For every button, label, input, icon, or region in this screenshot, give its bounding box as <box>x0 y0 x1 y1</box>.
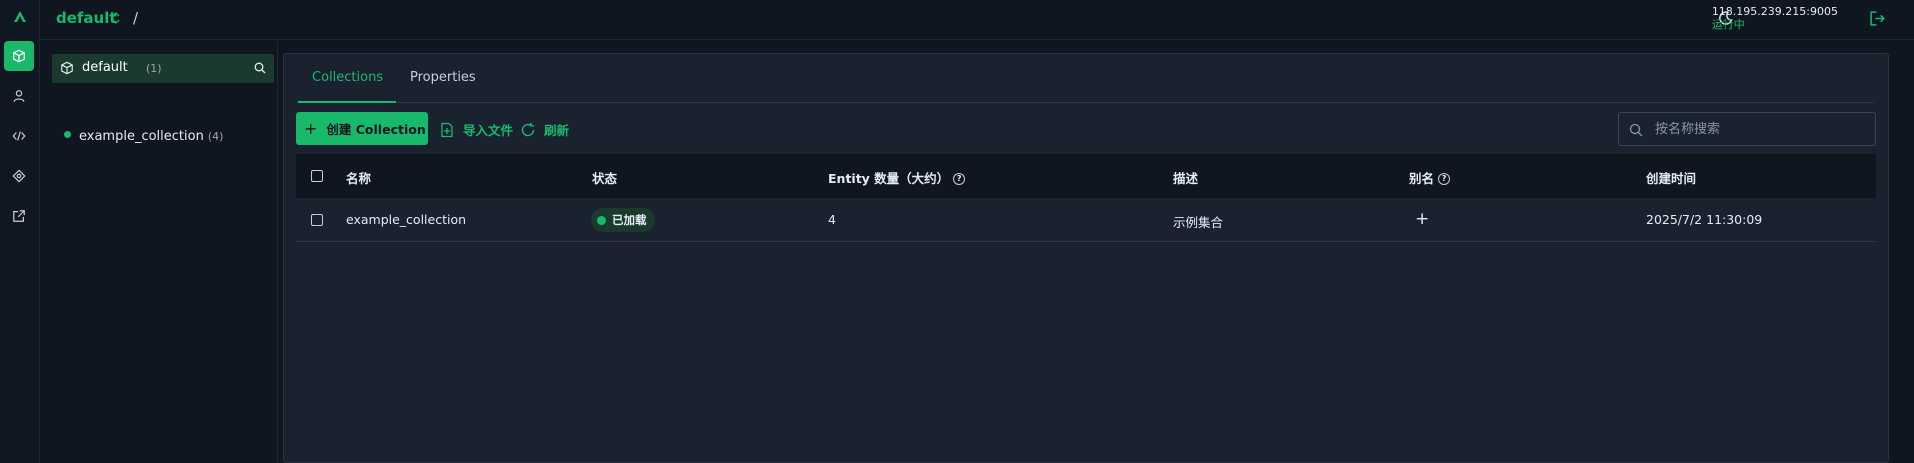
code-icon <box>12 131 26 141</box>
help-icon[interactable]: ? <box>953 173 966 185</box>
add-alias-button[interactable]: + <box>1415 209 1429 229</box>
import-file-button[interactable]: 导入文件 <box>439 120 513 139</box>
active-tab-indicator <box>298 101 396 103</box>
import-file-label: 导入文件 <box>463 123 514 138</box>
table-header: 名称 状态 Entity 数量（大约）? 描述 别名? 创建时间 <box>296 154 1876 198</box>
server-running-status: 运行中 <box>1711 18 1745 31</box>
create-collection-button[interactable]: + 创建 Collection <box>296 112 428 145</box>
tree-collection-item[interactable]: example_collection (4) <box>64 129 223 144</box>
nav-databases[interactable] <box>4 41 34 71</box>
row-checkbox[interactable] <box>311 214 323 226</box>
loaded-dot-icon <box>597 215 606 225</box>
tab-collections[interactable]: Collections <box>312 70 383 85</box>
search-icon[interactable] <box>254 62 266 74</box>
breadcrumb-separator: / <box>133 9 139 27</box>
refresh-button[interactable]: 刷新 <box>520 120 569 139</box>
header-created[interactable]: 创建时间 <box>1646 168 1696 187</box>
file-import-icon <box>441 122 453 137</box>
server-status: 118.195.239.215:9005 运行中 <box>1712 5 1838 31</box>
status-badge-label: 已加载 <box>612 213 647 227</box>
row-description: 示例集合 <box>1173 215 1224 230</box>
row-entity-count: 4 <box>828 212 836 227</box>
top-bar: default / 118.195.239.215:9005 运行中 <box>40 0 1914 40</box>
network-icon <box>12 169 26 183</box>
external-link-icon <box>13 210 25 222</box>
toolbar: + 创建 Collection 导入文件 刷新 <box>296 112 1876 146</box>
header-entity-count[interactable]: Entity 数量（大约）? <box>828 168 966 187</box>
tree-database-name: default <box>82 60 128 75</box>
server-host: 118.195.239.215:9005 <box>1711 5 1838 18</box>
create-collection-label: 创建 Collection <box>326 122 426 137</box>
refresh-icon <box>521 122 535 136</box>
tree-collection-name: example_collection <box>79 129 204 144</box>
header-description: 描述 <box>1173 171 1199 186</box>
refresh-label: 刷新 <box>544 123 570 138</box>
nav-external[interactable] <box>4 201 34 231</box>
tree-collection-count: (4) <box>207 130 224 143</box>
nav-network[interactable] <box>4 161 34 191</box>
header-status[interactable]: 状态 <box>592 168 617 187</box>
tab-properties[interactable]: Properties <box>410 70 476 85</box>
search-input[interactable] <box>1653 120 1863 138</box>
row-created: 2025/7/2 11:30:09 <box>1646 212 1763 227</box>
tree-database-count: (1) <box>146 62 162 75</box>
header-name[interactable]: 名称 <box>346 168 371 187</box>
header-alias-label: 别名 <box>1409 171 1435 186</box>
select-all-checkbox[interactable] <box>311 170 323 182</box>
tree-database-node[interactable]: default (1) <box>52 54 274 83</box>
help-icon[interactable]: ? <box>1438 173 1451 185</box>
app-logo-icon <box>14 11 26 22</box>
loaded-dot-icon <box>64 131 71 138</box>
row-name[interactable]: example_collection <box>346 212 466 227</box>
search-icon <box>1629 123 1643 137</box>
database-cube-icon <box>61 61 73 75</box>
logout-icon[interactable] <box>1869 10 1886 27</box>
user-icon <box>13 90 25 102</box>
chevron-updown-icon[interactable] <box>110 11 122 25</box>
database-cube-icon <box>13 49 25 63</box>
nav-users[interactable] <box>4 81 34 111</box>
database-tree: default (1) example_collection (4) <box>40 41 278 463</box>
icon-rail <box>0 0 40 463</box>
table-row[interactable]: example_collection 已加载 4 示例集合 + 2025/7/2… <box>296 198 1876 242</box>
tab-bar: Collections Properties <box>298 54 1874 103</box>
collections-table: 名称 状态 Entity 数量（大约）? 描述 别名? 创建时间 example… <box>296 154 1876 242</box>
database-selector-label[interactable]: default <box>56 9 117 27</box>
plus-icon: + <box>304 119 318 138</box>
nav-code[interactable] <box>4 121 34 151</box>
header-alias: 别名? <box>1409 168 1451 187</box>
header-entity-count-label: Entity 数量（大约） <box>828 171 950 186</box>
main-panel: Collections Properties + 创建 Collection 导… <box>283 53 1889 463</box>
status-badge: 已加载 <box>591 208 655 232</box>
collection-search <box>1618 112 1876 146</box>
